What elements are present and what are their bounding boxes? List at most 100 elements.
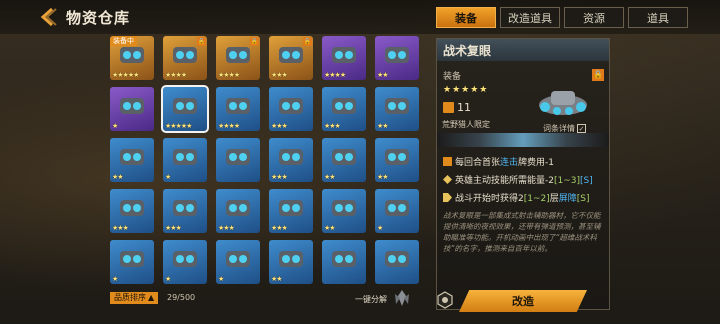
inventory-slot[interactable]: ★★★★★ 装备中 bbox=[110, 36, 154, 80]
slot-stars: ★★★ bbox=[271, 173, 288, 181]
sort-arrow-icon: ▲ bbox=[148, 293, 155, 302]
equipped-badge: 装备中 bbox=[110, 36, 137, 46]
slot-stars: ★★★★ bbox=[165, 71, 187, 79]
sort-button[interactable]: 品质排序 ▲ bbox=[110, 292, 159, 304]
item-stars: ★★★★★ bbox=[443, 85, 489, 95]
claw-icon bbox=[279, 149, 303, 165]
tablet-icon bbox=[226, 149, 250, 165]
visor-icon bbox=[173, 251, 197, 267]
effect-segment: 屏障 bbox=[558, 194, 577, 204]
top-bar: 物资仓库 装备 改造道具 资源 道具 bbox=[0, 0, 720, 34]
case-icon bbox=[385, 251, 409, 267]
inventory-slot[interactable]: ★★★★★ bbox=[161, 85, 209, 133]
claw-icon bbox=[279, 98, 303, 114]
effect-segment: 战斗开始时获得2 bbox=[455, 194, 524, 204]
inventory-slot[interactable]: ★ bbox=[375, 189, 419, 233]
combo-icon bbox=[443, 157, 452, 166]
inventory-slot[interactable]: ★★★ bbox=[269, 87, 313, 131]
effect-text-1: 每回合首张连击牌费用-1 bbox=[455, 155, 554, 168]
tab-resources[interactable]: 资源 bbox=[564, 7, 624, 28]
slot-stars: ★★★★★ bbox=[112, 71, 139, 79]
inventory-slot[interactable]: ★★★ bbox=[269, 138, 313, 182]
inventory-slot[interactable]: ★★★ bbox=[216, 189, 260, 233]
gadget-icon bbox=[120, 251, 144, 267]
tab-equipment[interactable]: 装备 bbox=[436, 7, 496, 28]
slot-stars: ★ bbox=[377, 224, 383, 232]
effect-segment: 英雄主动技能所需能量-2 bbox=[455, 176, 554, 186]
tab-modify-items[interactable]: 改造道具 bbox=[500, 7, 560, 28]
inventory-slot[interactable]: ★★★ bbox=[269, 189, 313, 233]
item-cost: 11 bbox=[443, 101, 471, 114]
inventory-slot[interactable]: ★★ bbox=[322, 189, 366, 233]
slot-stars: ★★ bbox=[377, 173, 389, 181]
slot-stars: ★★ bbox=[377, 122, 389, 130]
book-icon bbox=[332, 98, 356, 114]
inventory-slot[interactable] bbox=[216, 138, 260, 182]
case-icon bbox=[385, 149, 409, 165]
inventory-slot[interactable]: ★ bbox=[163, 138, 207, 182]
diamond-icon bbox=[443, 175, 452, 184]
slot-stars: ★★ bbox=[377, 71, 389, 79]
decompose-label[interactable]: 一键分解 bbox=[355, 294, 387, 305]
inventory-slot[interactable]: ★★★ 🔒 bbox=[269, 36, 313, 80]
inventory-slot[interactable]: ★★★★ 🔒 bbox=[163, 36, 207, 80]
slot-stars: ★★★★★ bbox=[165, 122, 192, 130]
back-arrow-icon[interactable] bbox=[38, 6, 60, 28]
inventory-slot[interactable]: ★ bbox=[163, 240, 207, 284]
decompose-icon[interactable] bbox=[392, 288, 412, 308]
inventory-slot[interactable]: ★★ bbox=[322, 138, 366, 182]
cost-value: 11 bbox=[457, 101, 471, 114]
tablet-icon bbox=[226, 98, 250, 114]
book-icon bbox=[332, 47, 356, 63]
inventory-slot[interactable]: ★★ bbox=[110, 138, 154, 182]
inventory-slot[interactable]: ★★ bbox=[375, 138, 419, 182]
inventory-slot[interactable] bbox=[375, 240, 419, 284]
inventory-slot[interactable]: ★★ bbox=[375, 36, 419, 80]
inventory-slot[interactable]: ★★★ bbox=[163, 189, 207, 233]
item-limit: 荒野猎人限定 bbox=[442, 120, 490, 129]
claw-icon bbox=[279, 251, 303, 267]
remake-button[interactable]: 改造 bbox=[459, 290, 587, 312]
inventory-slot[interactable]: ★★★ bbox=[110, 189, 154, 233]
slot-stars: ★ bbox=[165, 173, 171, 181]
cost-icon bbox=[443, 102, 454, 113]
effect-text-2: 英雄主动技能所需能量-2[1~3][S] bbox=[455, 173, 593, 186]
item-type: 装备 bbox=[443, 72, 462, 82]
inventory-slot[interactable]: ★★★★ 🔒 bbox=[216, 36, 260, 80]
claw-icon bbox=[279, 200, 303, 216]
effect-row-3: 战斗开始时获得2[1~2]层屏障[S] bbox=[443, 191, 590, 204]
inventory-count: 29/500 bbox=[167, 293, 196, 302]
lock-icon[interactable]: 🔒 bbox=[592, 69, 604, 81]
sort-label: 品质排序 bbox=[114, 293, 146, 302]
slot-stars: ★ bbox=[112, 122, 118, 130]
inventory-slot[interactable]: ★★ bbox=[269, 240, 313, 284]
case-icon bbox=[385, 200, 409, 216]
inventory-slot[interactable]: ★ bbox=[110, 240, 154, 284]
tab-items[interactable]: 道具 bbox=[628, 7, 688, 28]
gadget-icon bbox=[120, 200, 144, 216]
gadget-icon bbox=[120, 98, 144, 114]
effect-segment: 每回合首张 bbox=[455, 158, 501, 168]
slot-stars: ★★★ bbox=[324, 122, 341, 130]
effect-text-3: 战斗开始时获得2[1~2]层屏障[S] bbox=[455, 191, 590, 204]
effect-segment: [S] bbox=[576, 194, 590, 204]
checkbox-icon[interactable]: ✓ bbox=[577, 124, 586, 133]
item-name: 战术复眼 bbox=[437, 39, 609, 61]
effect-segment: [1~2] bbox=[523, 194, 550, 204]
item-description: 战术复眼是一部集成式射击辅助器材，它不仅能提供清晰的夜视效果，还带有弹道预测，甚… bbox=[443, 211, 601, 253]
inventory-slot[interactable]: ★★★★ bbox=[322, 36, 366, 80]
inventory-slot[interactable]: ★★ bbox=[375, 87, 419, 131]
effect-segment: [S] bbox=[580, 176, 593, 186]
tag-icon bbox=[443, 193, 452, 202]
detail-panel: 战术复眼 装备 🔒 ★★★★★ 11 荒野猎人限定 词条详情 ✓ 每回合首张连击… bbox=[436, 38, 610, 310]
inventory-slot[interactable]: ★★★★ bbox=[216, 87, 260, 131]
inventory-slot[interactable]: ★ bbox=[216, 240, 260, 284]
slot-stars: ★ bbox=[112, 275, 118, 283]
gadget-icon bbox=[120, 149, 144, 165]
shield-icon[interactable] bbox=[436, 291, 454, 309]
slot-stars: ★ bbox=[165, 275, 171, 283]
tablet-icon bbox=[226, 200, 250, 216]
inventory-slot[interactable] bbox=[322, 240, 366, 284]
inventory-slot[interactable]: ★ bbox=[110, 87, 154, 131]
inventory-slot[interactable]: ★★★ bbox=[322, 87, 366, 131]
